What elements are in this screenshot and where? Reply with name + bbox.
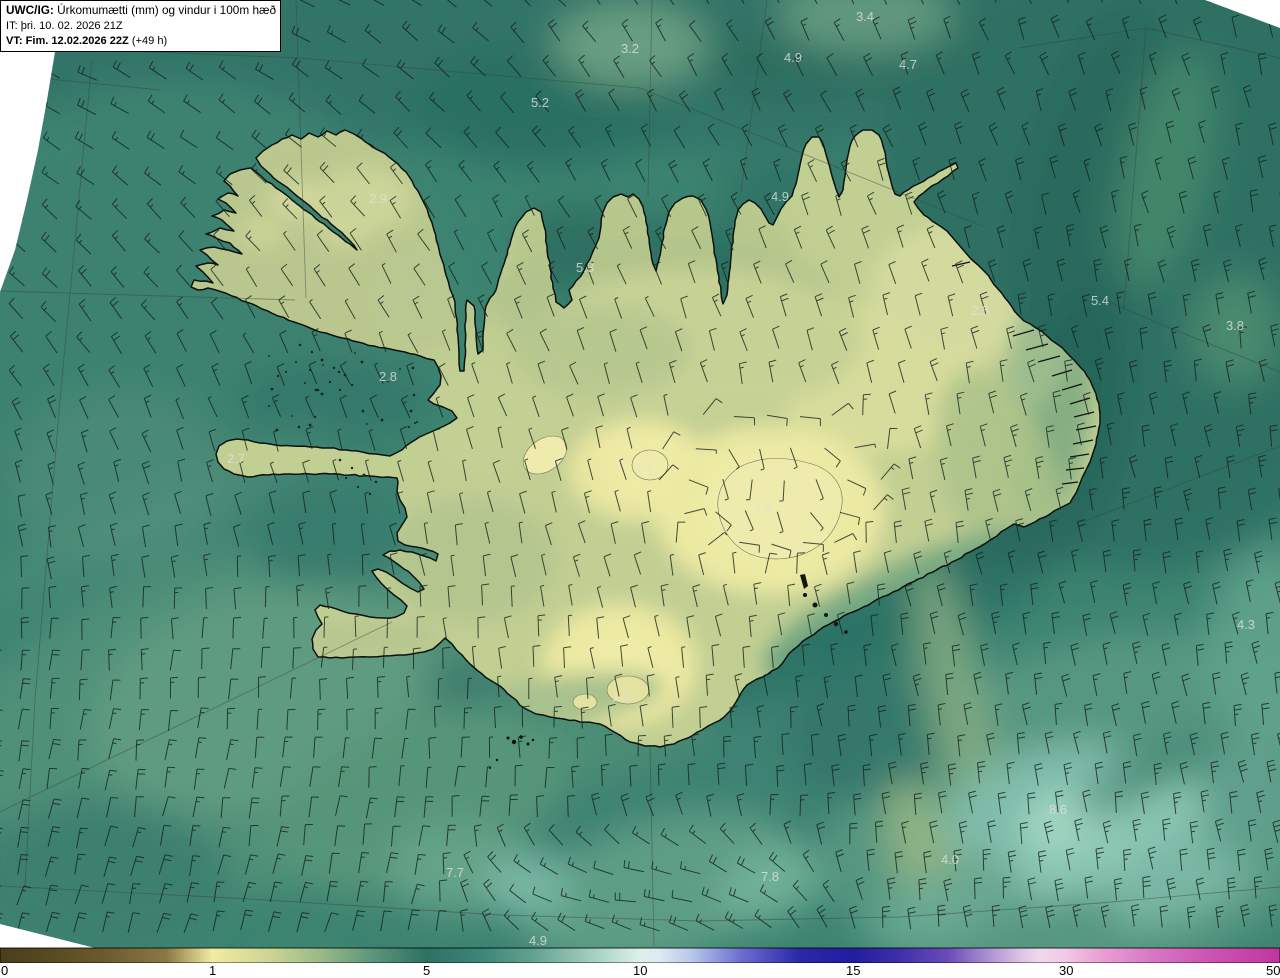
svg-text:5.2: 5.2 <box>531 95 549 110</box>
svg-text:3.2: 3.2 <box>621 41 639 56</box>
svg-text:1.0: 1.0 <box>754 501 772 516</box>
svg-text:7.8: 7.8 <box>761 869 779 884</box>
svg-text:4.9: 4.9 <box>784 50 802 65</box>
svg-text:1: 1 <box>209 963 216 978</box>
svg-text:4.9: 4.9 <box>771 189 789 204</box>
svg-text:3.8: 3.8 <box>1226 318 1244 333</box>
svg-text:8.6: 8.6 <box>1049 802 1067 817</box>
svg-text:5.3: 5.3 <box>576 260 594 275</box>
svg-text:30: 30 <box>1059 963 1073 978</box>
svg-text:2.7: 2.7 <box>227 451 245 466</box>
svg-text:5.4: 5.4 <box>1091 293 1109 308</box>
svg-text:1.2: 1.2 <box>612 689 630 704</box>
svg-text:50: 50 <box>1266 963 1280 978</box>
svg-text:2.5: 2.5 <box>971 303 989 318</box>
svg-text:10: 10 <box>633 963 647 978</box>
svg-text:4.0: 4.0 <box>941 852 959 867</box>
svg-text:0: 0 <box>1 963 8 978</box>
svg-text:3.4: 3.4 <box>856 9 874 24</box>
svg-text:2.8: 2.8 <box>379 369 397 384</box>
svg-text:4.7: 4.7 <box>899 57 917 72</box>
svg-text:1.1: 1.1 <box>636 460 654 475</box>
svg-text:5: 5 <box>423 963 430 978</box>
svg-text:2.9: 2.9 <box>369 191 387 206</box>
svg-text:7.7: 7.7 <box>446 865 464 880</box>
svg-text:15: 15 <box>846 963 860 978</box>
svg-text:4.9: 4.9 <box>529 933 547 948</box>
svg-text:4.3: 4.3 <box>1237 617 1255 632</box>
